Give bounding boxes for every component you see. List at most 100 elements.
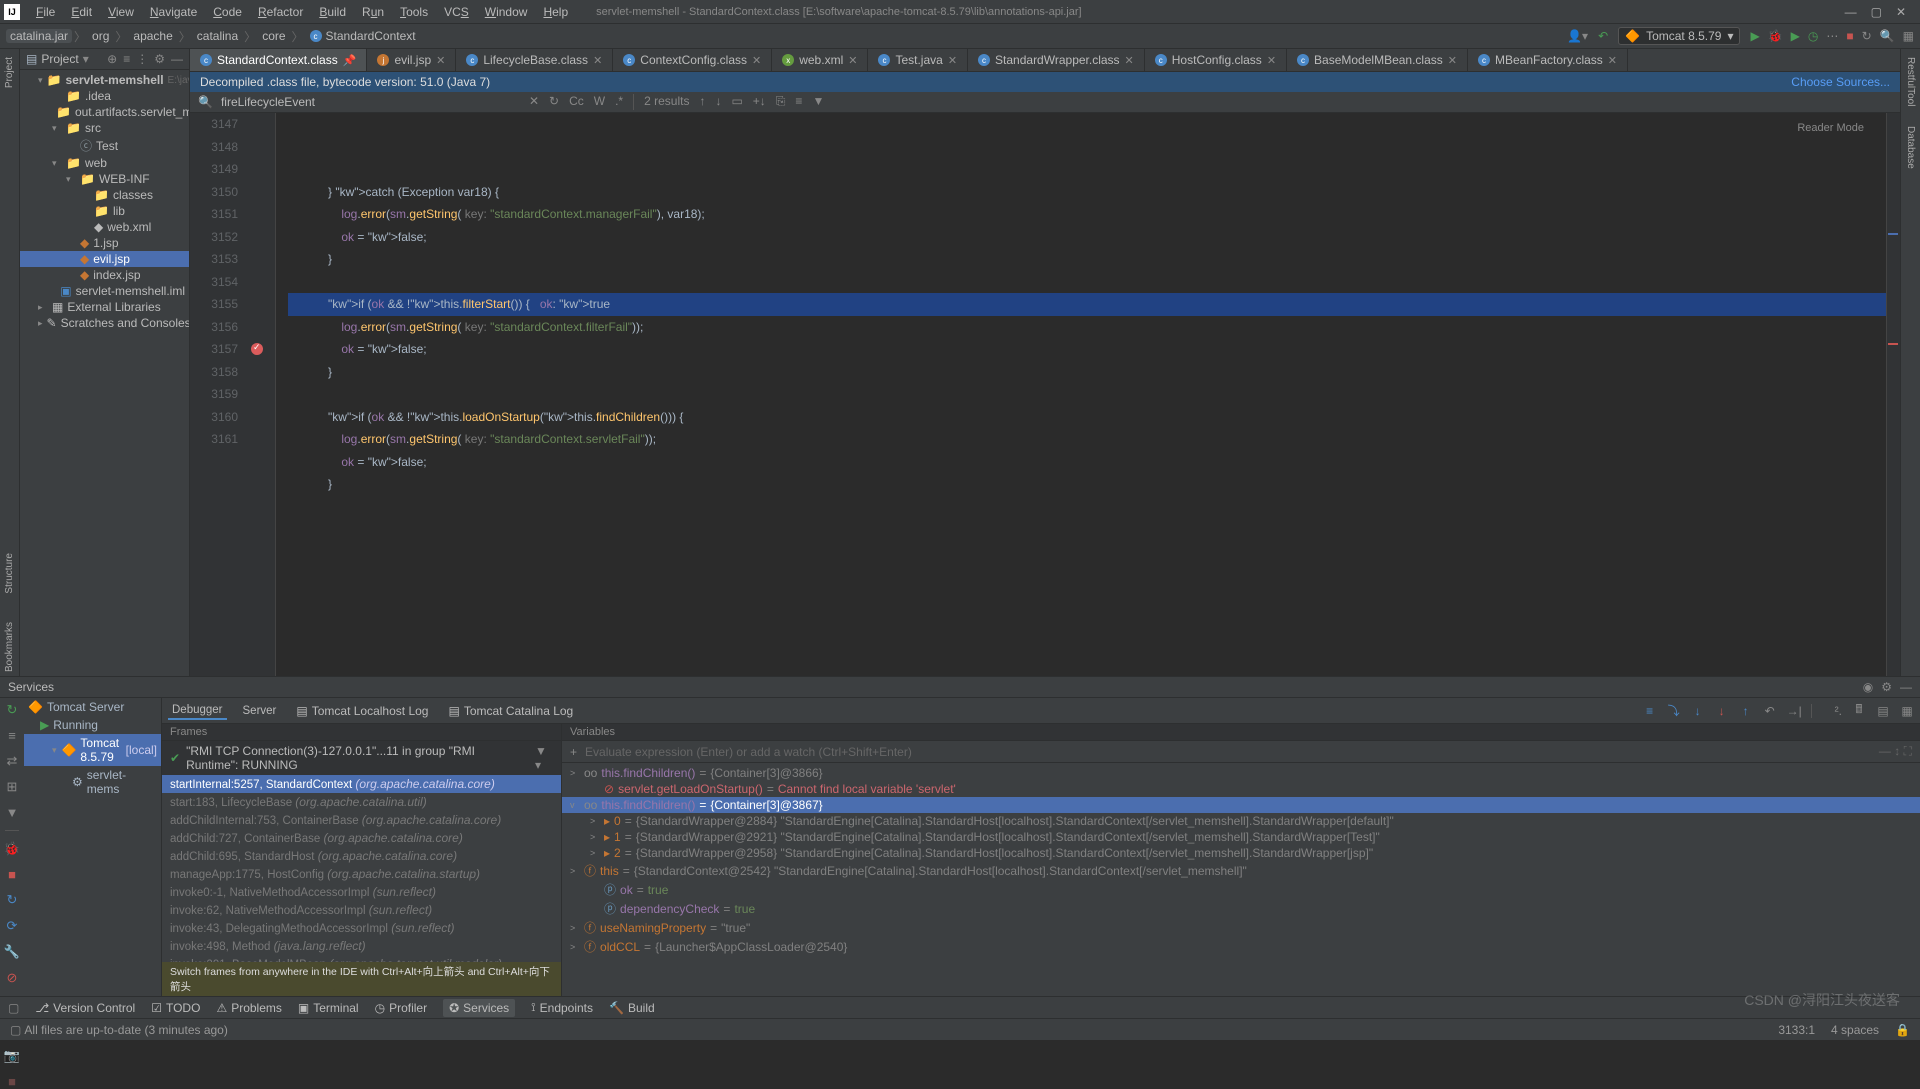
tb-problems[interactable]: ⚠Problems [216,1001,281,1015]
variable-item[interactable]: >▸ 1 = {StandardWrapper@2921} "StandardE… [562,829,1920,845]
find-input[interactable] [221,95,521,109]
tb-services[interactable]: ✪Services [443,999,515,1017]
crumb-4[interactable]: core [258,29,289,43]
tree-node[interactable]: ▣servlet-memshell.iml [20,283,189,299]
find-all-icon[interactable]: ⎘ [776,94,786,110]
tree-node[interactable]: ▾📁src [20,120,189,136]
tree-node[interactable]: ◆1.jsp [20,235,189,251]
eval-input[interactable]: + Evaluate expression (Enter) or add a w… [562,741,1920,763]
variable-item[interactable]: ⓟ dependencyCheck = true [562,899,1920,918]
menu-help[interactable]: Help [535,3,576,21]
crumb-1[interactable]: org [88,29,113,43]
tb-endpoints[interactable]: ⟟Endpoints [531,1000,593,1015]
tb-profiler[interactable]: ◷Profiler [375,1001,428,1015]
settings-icon[interactable]: ▦ [1903,29,1914,43]
step-into-icon[interactable]: ↓ [1691,704,1705,718]
svc-update-icon[interactable]: ⟳ [7,918,18,934]
minimize-icon[interactable]: — [1845,5,1857,19]
step-over-icon[interactable]: ⤵ [1667,702,1681,719]
tb-todo[interactable]: ☑TODO [151,1001,200,1015]
menu-tools[interactable]: Tools [392,3,436,21]
svc-gear-icon[interactable]: ⚙ [1881,680,1892,694]
tab-close-icon[interactable]: ✕ [1448,54,1457,67]
lock-icon[interactable]: 🔒 [1895,1023,1910,1037]
line-gutter[interactable]: 3147314831493150315131523153315431553156… [190,113,246,676]
tree-node[interactable]: ▾📁web [20,155,189,171]
reload-icon[interactable]: ↻ [1862,29,1872,43]
rail-project[interactable]: Project [4,53,15,92]
run-icon[interactable]: ▶ [1750,29,1759,43]
rail-database[interactable]: Database [1905,122,1916,173]
variable-item[interactable]: >ⓕ this = {StandardContext@2542} "Standa… [562,861,1920,880]
svc-mute-icon[interactable]: ⊘ [7,970,18,986]
svc-camera-icon[interactable]: 📷 [4,1048,20,1064]
expand-icon[interactable]: ≡ [123,52,130,66]
eval-icon[interactable]: 🖩 [1852,700,1866,721]
find-next-icon[interactable]: ↓ [715,94,721,110]
tree-node[interactable]: ▸▦External Libraries [20,299,189,315]
menu-code[interactable]: Code [205,3,250,21]
rail-restful[interactable]: RestfulTool [1905,53,1916,110]
menu-window[interactable]: Window [477,3,536,21]
tree-node[interactable]: ▾📁WEB-INF [20,171,189,187]
debug-icon[interactable]: 🐞 [1768,29,1783,43]
find-regex-icon[interactable]: .* [615,94,623,110]
step-out-icon[interactable]: ↑ [1739,704,1753,718]
frame-item[interactable]: addChild:695, StandardHost (org.apache.c… [162,847,561,865]
tree-node[interactable]: 📁classes [20,187,189,203]
svc-stop-icon[interactable]: ■ [8,867,16,882]
svc-filter-icon[interactable]: ▼ [6,805,19,820]
editor-tab[interactable]: cBaseModelMBean.class✕ [1287,49,1468,71]
tab-catalina-log[interactable]: ▤Tomcat Catalina Log [444,702,577,720]
svc-t1-icon[interactable]: ≡ [8,728,16,743]
tab-close-icon[interactable]: 📌 [343,54,357,67]
choose-sources-link[interactable]: Choose Sources... [1791,75,1890,89]
frame-item[interactable]: invoke:62, NativeMethodAccessorImpl (sun… [162,901,561,919]
force-into-icon[interactable]: ↓ [1715,704,1729,718]
tab-localhost-log[interactable]: ▤Tomcat Localhost Log [292,702,432,720]
code-editor[interactable]: Reader Mode } "kw">catch (Exception var1… [276,113,1886,676]
dbg-layout-icon[interactable]: ▦ [1900,704,1914,718]
frame-item[interactable]: startInternal:5257, StandardContext (org… [162,775,561,793]
back-icon[interactable]: ↶ [1598,29,1608,43]
editor-tab[interactable]: xweb.xml✕ [772,49,868,71]
frame-item[interactable]: addChildInternal:753, ContainerBase (org… [162,811,561,829]
tree-node[interactable]: ▸✎Scratches and Consoles [20,315,189,331]
find-add-sel-icon[interactable]: +↓ [753,94,766,110]
stop-icon[interactable]: ■ [1846,29,1853,43]
crumb-2[interactable]: apache [129,29,176,43]
find-close-icon[interactable]: ✕ [529,94,539,110]
variable-item[interactable]: ⓟ ok = true [562,880,1920,899]
add-watch-icon[interactable]: + [570,745,577,759]
find-case-icon[interactable]: Cc [569,94,584,110]
run-to-cursor-icon[interactable]: →| [1787,704,1801,718]
frame-item[interactable]: start:183, LifecycleBase (org.apache.cat… [162,793,561,811]
cursor-pos[interactable]: 3133:1 [1778,1023,1815,1037]
editor-tab[interactable]: cMBeanFactory.class✕ [1468,49,1628,71]
indent-info[interactable]: 4 spaces [1831,1023,1879,1037]
menu-navigate[interactable]: Navigate [142,3,205,21]
variable-item[interactable]: >oo this.findChildren() = {Container[3]@… [562,765,1920,781]
tree-node[interactable]: ◆evil.jsp [20,251,189,267]
frame-item[interactable]: invoke0:-1, NativeMethodAccessorImpl (su… [162,883,561,901]
frame-item[interactable]: manageApp:1775, HostConfig (org.apache.c… [162,865,561,883]
tab-server[interactable]: Server [239,703,281,719]
crumb-3[interactable]: catalina [193,29,242,43]
tree-node[interactable]: ▾📁servlet-memshell E:\javasec-en [20,72,189,88]
editor-tab[interactable]: cTest.java✕ [868,49,968,71]
tab-close-icon[interactable]: ✕ [948,54,957,67]
tree-node[interactable]: ◆web.xml [20,219,189,235]
tab-close-icon[interactable]: ✕ [1608,54,1617,67]
project-tree[interactable]: ▾📁servlet-memshell E:\javasec-en📁.idea📁o… [20,70,189,676]
svc-rerun-icon[interactable]: ↻ [7,702,18,718]
find-history-icon[interactable]: ↻ [549,94,559,110]
svc-debug-icon[interactable]: 🐞 [4,841,20,857]
tab-close-icon[interactable]: ✕ [593,54,602,67]
search-icon[interactable]: 🔍 [1880,29,1895,43]
variable-item[interactable]: >ⓕ useNamingProperty = "true" [562,918,1920,937]
tree-node[interactable]: ◆index.jsp [20,267,189,283]
svc-t3-icon[interactable]: ⊞ [7,779,18,795]
rail-structure[interactable]: Structure [4,549,15,598]
variable-item[interactable]: >▸ 0 = {StandardWrapper@2884} "StandardE… [562,813,1920,829]
svc-deploy-icon[interactable]: ↻ [7,892,18,908]
